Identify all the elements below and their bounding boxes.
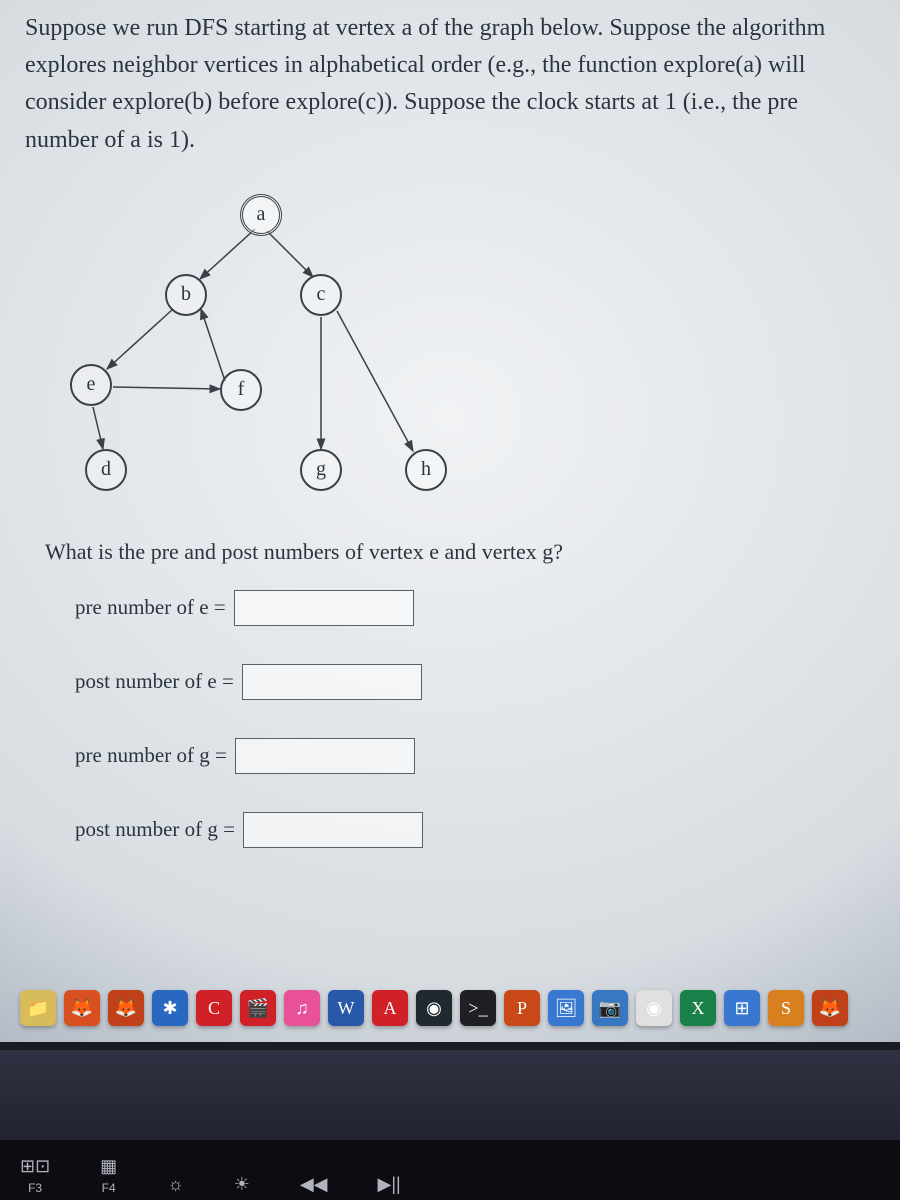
key-▶||: ▶||	[378, 1174, 401, 1195]
taskbar-music-icon[interactable]: ♫	[284, 990, 320, 1026]
answer-row-pre-e: pre number of e =	[75, 590, 875, 626]
answer-row-pre-g: pre number of g =	[75, 738, 875, 774]
taskbar-chrome-icon[interactable]: ◉	[636, 990, 672, 1026]
node-b: b	[165, 274, 207, 316]
taskbar-photos-icon[interactable]: 🖼	[548, 990, 584, 1026]
key-F3: ⊞⊡F3	[20, 1156, 50, 1195]
key-F4: ▦F4	[100, 1156, 117, 1195]
keyboard-strip: ⊞⊡F3 ▦F4 ☼ ☀ ◀◀ ▶||	[0, 1140, 900, 1200]
taskbar-explorer-icon[interactable]: 📁	[20, 990, 56, 1026]
taskbar-filmapp-icon[interactable]: 🎬	[240, 990, 276, 1026]
input-pre-g[interactable]	[235, 738, 415, 774]
key-☼: ☼	[167, 1174, 184, 1195]
taskbar-excel-icon[interactable]: X	[680, 990, 716, 1026]
input-pre-e[interactable]	[234, 590, 414, 626]
answer-row-post-g: post number of g =	[75, 812, 875, 848]
taskbar-camera-icon[interactable]: C	[196, 990, 232, 1026]
node-a: a	[240, 194, 282, 236]
node-d: d	[85, 449, 127, 491]
taskbar-terminal-icon[interactable]: >_	[460, 990, 496, 1026]
key-◀◀: ◀◀	[300, 1174, 328, 1195]
sub-question: What is the pre and post numbers of vert…	[45, 539, 875, 565]
taskbar: 📁🦊🦊✱C🎬♫WA◉>_P🖼📷◉X⊞S🦊	[20, 990, 848, 1026]
input-post-g[interactable]	[243, 812, 423, 848]
taskbar-msapp-icon[interactable]: ⊞	[724, 990, 760, 1026]
node-e: e	[70, 364, 112, 406]
taskbar-firefox2-icon[interactable]: 🦊	[108, 990, 144, 1026]
taskbar-starapp-icon[interactable]: ✱	[152, 990, 188, 1026]
node-g: g	[300, 449, 342, 491]
label-post-g: post number of g =	[75, 817, 235, 842]
node-c: c	[300, 274, 342, 316]
taskbar-powerpoint-icon[interactable]: P	[504, 990, 540, 1026]
taskbar-firefox1-icon[interactable]: 🦊	[64, 990, 100, 1026]
taskbar-sublime-icon[interactable]: S	[768, 990, 804, 1026]
node-f: f	[220, 369, 262, 411]
taskbar-camapp-icon[interactable]: 📷	[592, 990, 628, 1026]
input-post-e[interactable]	[242, 664, 422, 700]
taskbar-acrobat-icon[interactable]: A	[372, 990, 408, 1026]
label-pre-e: pre number of e =	[75, 595, 226, 620]
taskbar-firefox3-icon[interactable]: 🦊	[812, 990, 848, 1026]
label-post-e: post number of e =	[75, 669, 234, 694]
answer-row-post-e: post number of e =	[75, 664, 875, 700]
taskbar-steam-icon[interactable]: ◉	[416, 990, 452, 1026]
graph-diagram: a b c e f d g h	[45, 189, 465, 509]
node-h: h	[405, 449, 447, 491]
question-prompt: Suppose we run DFS starting at vertex a …	[25, 10, 875, 159]
taskbar-word-icon[interactable]: W	[328, 990, 364, 1026]
label-pre-g: pre number of g =	[75, 743, 227, 768]
key-☀: ☀	[234, 1174, 250, 1195]
